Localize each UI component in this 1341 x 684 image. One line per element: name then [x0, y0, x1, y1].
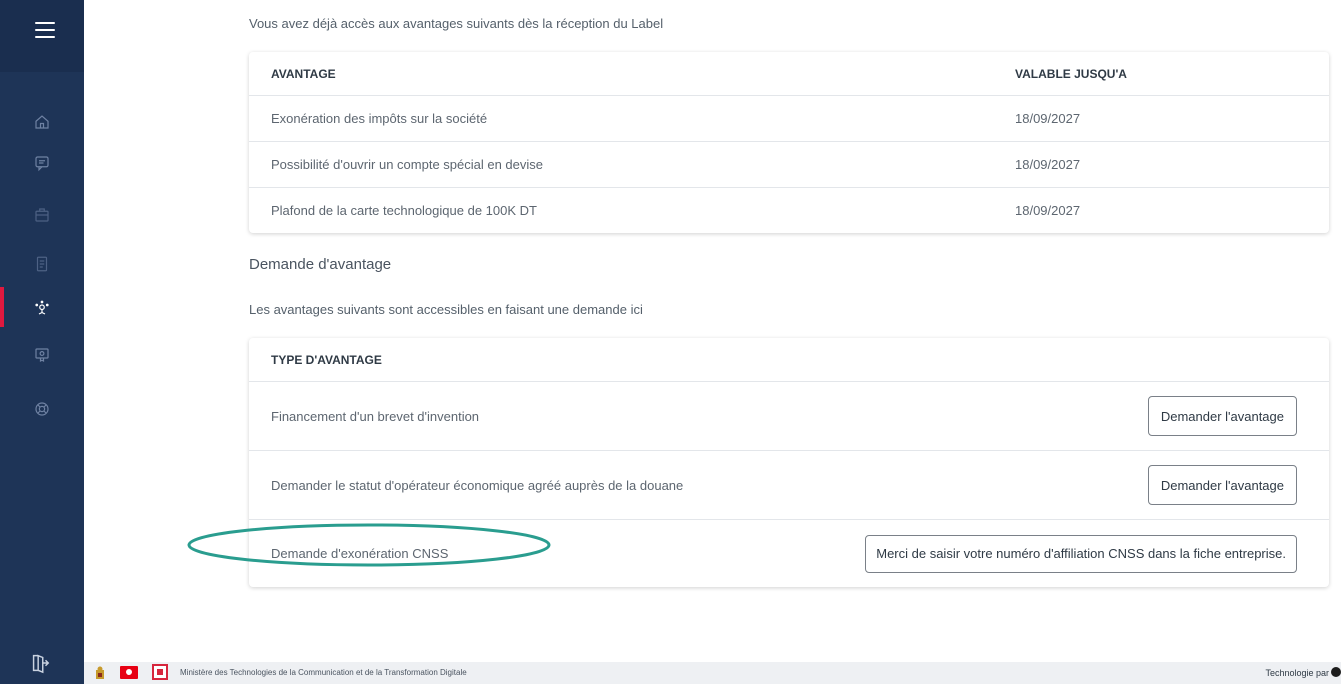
avantage-date: 18/09/2027 — [1015, 157, 1081, 172]
table-row: Exonération des impôts sur la société 18… — [249, 95, 1329, 141]
avantages-intro: Vous avez déjà accès aux avantages suiva… — [249, 16, 664, 31]
table-row: Possibilité d'ouvrir un compte spécial e… — [249, 141, 1329, 187]
avantage-label: Exonération des impôts sur la société — [271, 111, 488, 126]
sidebar — [0, 0, 84, 684]
demande-title: Demande d'avantage — [249, 256, 392, 273]
avantage-label: Plafond de la carte technologique de 100… — [271, 203, 537, 218]
document-icon[interactable] — [30, 252, 54, 276]
emblem-icon — [96, 666, 104, 679]
demande-label: Demander le statut d'opérateur économiqu… — [271, 477, 684, 493]
cnss-info-message: Merci de saisir votre numéro d'affiliati… — [865, 534, 1297, 573]
tech-logo-icon — [1331, 667, 1341, 677]
table-header: AVANTAGE VALABLE JUSQU'A — [249, 52, 1329, 95]
demande-intro: Les avantages suivants sont accessibles … — [249, 302, 643, 317]
tunisia-flag-icon — [120, 666, 138, 679]
table-row: Financement d'un brevet d'invention Dema… — [249, 381, 1329, 450]
avantage-date: 18/09/2027 — [1015, 203, 1081, 218]
demande-label: Financement d'un brevet d'invention — [271, 408, 480, 424]
table-row: Plafond de la carte technologique de 100… — [249, 187, 1329, 233]
avantage-label: Possibilité d'ouvrir un compte spécial e… — [271, 157, 544, 172]
network-icon[interactable] — [30, 296, 54, 320]
active-indicator — [0, 287, 4, 327]
avantages-table: AVANTAGE VALABLE JUSQU'A Exonération des… — [249, 52, 1329, 233]
support-icon[interactable] — [30, 397, 54, 421]
avantage-date: 18/09/2027 — [1015, 111, 1081, 126]
demander-avantage-button[interactable]: Demander l'avantage — [1147, 465, 1297, 505]
home-icon[interactable] — [30, 110, 54, 134]
certificate-icon[interactable] — [30, 343, 54, 367]
table-row: Demander le statut d'opérateur économiqu… — [249, 450, 1329, 519]
briefcase-icon[interactable] — [30, 203, 54, 227]
column-header-valable: VALABLE JUSQU'A — [1015, 66, 1127, 81]
table-row: Demande d'exonération CNSS Merci de sais… — [249, 519, 1329, 587]
ministry-logo — [152, 664, 168, 680]
demander-avantage-button[interactable]: Demander l'avantage — [1147, 396, 1297, 436]
ministry-name: Ministère des Technologies de la Communi… — [180, 668, 467, 677]
logout-icon[interactable] — [29, 652, 53, 674]
tech-credit: Technologie par — [1265, 668, 1329, 678]
column-header-type: TYPE D'AVANTAGE — [271, 352, 382, 367]
demande-table: TYPE D'AVANTAGE Financement d'un brevet … — [249, 338, 1329, 587]
demande-label: Demande d'exonération CNSS — [271, 546, 449, 561]
table-header: TYPE D'AVANTAGE — [249, 338, 1329, 381]
chat-icon[interactable] — [30, 151, 54, 175]
column-header-avantage: AVANTAGE — [271, 66, 336, 81]
footer: Ministère des Technologies de la Communi… — [84, 662, 1341, 684]
menu-icon[interactable] — [35, 22, 55, 38]
